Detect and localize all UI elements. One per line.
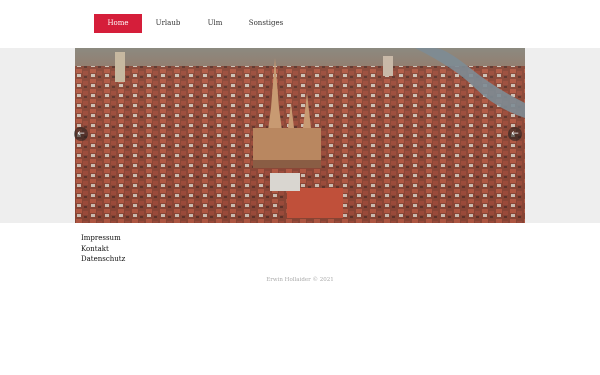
- arrow-right-icon[interactable]: ←: [508, 127, 522, 141]
- top-navigation: Home Urlaub Ulm Sonstiges: [0, 0, 600, 48]
- nav-item-ulm[interactable]: Ulm: [198, 14, 232, 33]
- footer-link-datenschutz[interactable]: Datenschutz: [81, 254, 125, 265]
- aerial-city-image: [75, 48, 525, 223]
- copyright-text: Erwin Hollaider © 2021: [266, 277, 334, 283]
- nav-item-home[interactable]: Home: [94, 14, 142, 33]
- arrow-left-icon[interactable]: ←: [74, 127, 88, 141]
- hero-band: ← ←: [0, 48, 600, 223]
- page: Home Urlaub Ulm Sonstiges ← ← Impressum …: [0, 0, 600, 375]
- footer-link-impressum[interactable]: Impressum: [81, 233, 125, 244]
- nav-item-sonstiges[interactable]: Sonstiges: [242, 14, 290, 33]
- hero-image: [75, 48, 525, 223]
- footer-links: Impressum Kontakt Datenschutz: [81, 233, 125, 265]
- nav-item-urlaub[interactable]: Urlaub: [148, 14, 188, 33]
- footer-link-kontakt[interactable]: Kontakt: [81, 244, 125, 255]
